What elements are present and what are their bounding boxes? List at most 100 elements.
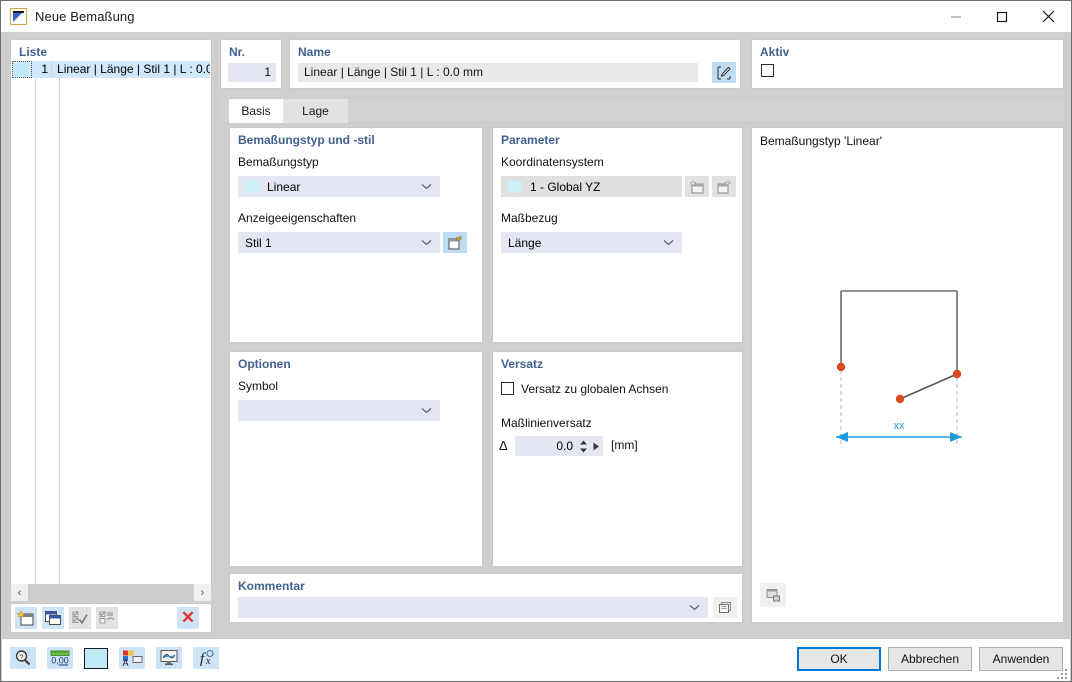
dimension-type-label: Bemaßungstyp	[238, 155, 319, 169]
global-axes-offset-checkbox[interactable]	[501, 382, 514, 395]
spinner-step-right-icon[interactable]	[589, 436, 603, 456]
svg-text:?: ?	[20, 654, 24, 661]
global-axes-offset-label: Versatz zu globalen Achsen	[521, 382, 668, 396]
delete-item-button[interactable]: ✕	[177, 607, 199, 629]
symbol-select[interactable]	[238, 400, 440, 421]
active-panel-title: Aktiv	[760, 45, 789, 59]
delta-symbol: Δ	[499, 438, 508, 453]
window-controls	[933, 1, 1071, 32]
dimension-type-group: Bemaßungstyp und -stil Bemaßungstyp Line…	[229, 127, 483, 343]
name-input[interactable]: Linear | Länge | Stil 1 | L : 0.0 mm	[298, 63, 698, 82]
measure-reference-value: Länge	[508, 236, 541, 250]
comment-group: Kommentar	[229, 573, 743, 623]
view-tool-button[interactable]	[156, 647, 182, 669]
copy-item-button[interactable]	[42, 607, 64, 629]
dimension-type-group-title: Bemaßungstyp und -stil	[238, 133, 375, 147]
list-horizontal-scrollbar[interactable]: ‹ ›	[11, 584, 211, 601]
minimize-button[interactable]	[933, 1, 979, 32]
bottom-toolbar: ? 0,00 A	[10, 647, 219, 669]
offset-group-title: Versatz	[501, 357, 543, 371]
offset-group: Versatz Versatz zu globalen Achsen Maßli…	[492, 351, 743, 567]
list-item-color-cell[interactable]	[12, 61, 32, 78]
chevron-down-icon[interactable]	[663, 232, 674, 253]
list-item-number: 1	[32, 61, 52, 78]
chevron-down-icon[interactable]	[689, 597, 700, 618]
cancel-button[interactable]: Abbrechen	[888, 647, 972, 671]
dimension-line-offset-unit: [mm]	[611, 438, 638, 452]
active-checkbox[interactable]	[761, 64, 774, 77]
preview-title: Bemaßungstyp 'Linear'	[760, 134, 882, 148]
apply-button-label: Anwenden	[993, 652, 1050, 666]
tab-lage[interactable]: Lage	[283, 99, 348, 123]
new-coordinate-system-button[interactable]	[685, 176, 709, 197]
chevron-down-icon[interactable]	[421, 400, 432, 421]
chevron-down-icon[interactable]	[421, 176, 432, 197]
display-style-value: Stil 1	[245, 236, 272, 250]
ok-button-label: OK	[830, 652, 847, 666]
edit-coordinate-system-button[interactable]	[712, 176, 736, 197]
display-properties-label: Anzeigeeigenschaften	[238, 211, 356, 225]
dimension-line-offset-input[interactable]: 0.0	[515, 436, 603, 456]
scrollbar-thumb[interactable]	[28, 584, 194, 601]
resize-grip-icon[interactable]	[1055, 667, 1067, 679]
preview-panel: Bemaßungstyp 'Linear' xx	[751, 127, 1064, 623]
invert-selection-button	[96, 607, 118, 629]
window-title: Neue Bemaßung	[35, 9, 135, 24]
dimension-type-value: Linear	[267, 180, 300, 194]
ok-button[interactable]: OK	[797, 647, 881, 671]
units-tool-button[interactable]: 0,00	[47, 647, 73, 669]
dimension-type-select[interactable]: Linear	[238, 176, 440, 197]
formula-tool-button[interactable]: f x	[193, 647, 219, 669]
scroll-left-icon[interactable]: ‹	[11, 584, 28, 601]
apply-button[interactable]: Anwenden	[979, 647, 1063, 671]
list-item[interactable]: 1 Linear | Länge | Stil 1 | L : 0.0 mm	[12, 61, 210, 78]
tab-lage-label: Lage	[302, 104, 329, 118]
options-group: Optionen Symbol	[229, 351, 483, 567]
coordinate-system-value: 1 - Global YZ	[530, 180, 600, 194]
parameter-group-title: Parameter	[501, 133, 560, 147]
search-tool-button[interactable]: ?	[10, 647, 36, 669]
comment-input[interactable]	[238, 597, 708, 618]
list-panel: Liste 1 Linear | Länge | Stil 1 | L : 0.…	[10, 39, 212, 595]
color-tool-button[interactable]	[84, 648, 108, 669]
export-preview-button[interactable]	[760, 583, 786, 607]
tab-strip: Basis Lage	[220, 99, 1064, 123]
select-all-button	[69, 607, 91, 629]
comment-group-title: Kommentar	[238, 579, 305, 593]
dimension-line-offset-label: Maßlinienversatz	[501, 416, 592, 430]
measure-reference-select[interactable]: Länge	[501, 232, 682, 253]
list-item-label: Linear | Länge | Stil 1 | L : 0.0 mm	[52, 61, 210, 78]
display-properties-button[interactable]: A	[119, 647, 145, 669]
new-item-button[interactable]	[15, 607, 37, 629]
svg-text:A: A	[122, 658, 128, 667]
tab-basis-label: Basis	[241, 104, 270, 118]
display-style-select[interactable]: Stil 1	[238, 232, 440, 253]
spinner-arrows-icon[interactable]	[578, 436, 589, 456]
dimension-line-offset-value: 0.0	[515, 439, 578, 453]
comment-library-button[interactable]	[713, 597, 737, 618]
edit-style-button[interactable]	[443, 232, 467, 253]
active-panel: Aktiv	[751, 39, 1064, 89]
cancel-button-label: Abbrechen	[901, 652, 959, 666]
svg-text:x: x	[205, 656, 211, 667]
edit-name-button[interactable]	[712, 62, 736, 83]
name-panel: Name Linear | Länge | Stil 1 | L : 0.0 m…	[289, 39, 741, 89]
dimension-type-color-swatch	[245, 181, 259, 193]
dialog-window: Neue Bemaßung Liste 1 Linear | Länge	[0, 0, 1072, 682]
list-toolbar: ✕	[10, 603, 212, 633]
measure-reference-label: Maßbezug	[501, 211, 558, 225]
number-panel-title: Nr.	[229, 45, 245, 59]
scroll-right-icon[interactable]: ›	[194, 584, 211, 601]
dimension-icon	[10, 8, 27, 25]
title-bar: Neue Bemaßung	[1, 1, 1071, 32]
list-grid[interactable]: 1 Linear | Länge | Stil 1 | L : 0.0 mm	[12, 61, 210, 593]
svg-text:0,00: 0,00	[51, 656, 69, 666]
preview-dimension-label: xx	[894, 420, 906, 432]
number-input[interactable]: 1	[228, 63, 276, 82]
tab-basis[interactable]: Basis	[229, 99, 283, 123]
coordinate-system-value-field[interactable]: 1 - Global YZ	[501, 176, 682, 197]
close-button[interactable]	[1025, 1, 1071, 32]
symbol-label: Symbol	[238, 379, 278, 393]
chevron-down-icon[interactable]	[421, 232, 432, 253]
maximize-button[interactable]	[979, 1, 1025, 32]
